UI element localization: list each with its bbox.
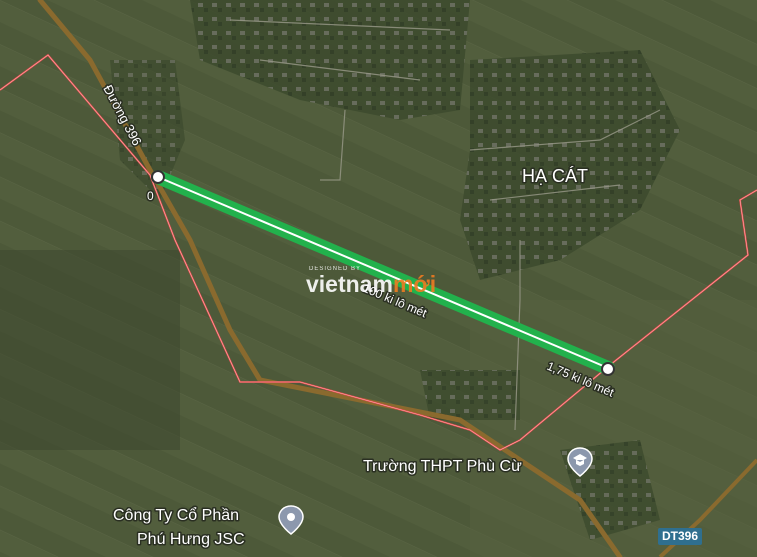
start-marker-label: 0 bbox=[147, 189, 154, 203]
poi-company-label-line2[interactable]: Phú Hưng JSC bbox=[136, 530, 247, 550]
road-badge: DT396 bbox=[658, 528, 702, 545]
measure-start-point[interactable] bbox=[151, 170, 165, 184]
watermark-brand: vietnammới bbox=[306, 271, 436, 297]
measure-end-point[interactable] bbox=[601, 362, 615, 376]
watermark-brand-a: vietnam bbox=[306, 271, 393, 297]
watermark-brand-b: mới bbox=[393, 271, 436, 297]
field-patch bbox=[0, 250, 180, 450]
poi-company-label-line1[interactable]: Công Ty Cổ Phần bbox=[112, 505, 241, 526]
poi-school-label[interactable]: Trường THPT Phù Cừ bbox=[362, 457, 524, 477]
satellite-map[interactable]: Đường 396 0 HẠ CÁT 100 ki lô mét 1,75 ki… bbox=[0, 0, 757, 557]
area-label: HẠ CÁT bbox=[522, 166, 588, 186]
